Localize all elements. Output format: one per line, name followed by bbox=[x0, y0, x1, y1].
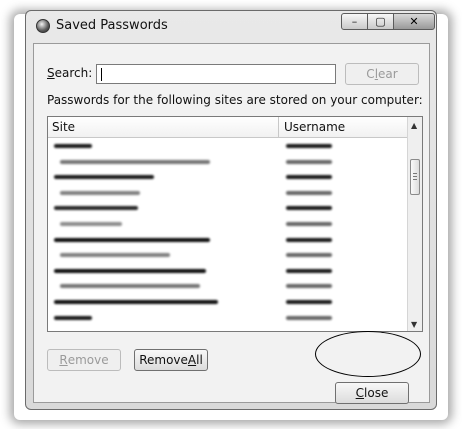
password-list[interactable]: Site Username ▲ ▼ bbox=[47, 116, 423, 332]
minimize-icon: – bbox=[351, 15, 358, 28]
window-title: Saved Passwords bbox=[56, 18, 168, 33]
site-cell-obscured bbox=[54, 268, 206, 273]
site-cell-obscured bbox=[60, 190, 140, 195]
username-cell-obscured bbox=[286, 253, 332, 258]
site-cell-obscured bbox=[54, 144, 92, 148]
minimize-button[interactable]: – bbox=[341, 13, 368, 30]
remove-all-button[interactable]: Remove All bbox=[134, 349, 208, 371]
title-bar[interactable]: Saved Passwords – ▢ ✕ bbox=[26, 11, 436, 39]
username-cell-obscured bbox=[286, 159, 332, 164]
table-row[interactable] bbox=[48, 186, 406, 202]
site-cell-obscured bbox=[54, 237, 210, 242]
site-cell-obscured bbox=[60, 221, 122, 226]
site-cell-obscured bbox=[60, 159, 210, 164]
vertical-scrollbar[interactable]: ▲ ▼ bbox=[407, 117, 422, 331]
site-cell-obscured bbox=[54, 315, 92, 320]
username-cell-obscured bbox=[286, 144, 332, 148]
site-cell-obscured bbox=[54, 175, 154, 180]
column-header-username[interactable]: Username bbox=[284, 120, 345, 134]
search-input[interactable] bbox=[96, 64, 336, 84]
site-cell-obscured bbox=[60, 284, 200, 289]
table-row[interactable] bbox=[48, 264, 406, 280]
table-row[interactable] bbox=[48, 155, 406, 171]
grip-line bbox=[413, 176, 417, 177]
scroll-down-icon[interactable]: ▼ bbox=[411, 320, 417, 329]
maximize-button[interactable]: ▢ bbox=[367, 13, 394, 30]
site-cell-obscured bbox=[60, 253, 170, 258]
list-rows bbox=[48, 139, 406, 326]
remove-button[interactable]: Remove bbox=[47, 349, 121, 371]
table-row[interactable] bbox=[48, 248, 406, 264]
username-cell-obscured bbox=[286, 284, 332, 289]
scroll-thumb[interactable] bbox=[410, 159, 420, 195]
search-label: Search: bbox=[47, 66, 93, 80]
table-row[interactable] bbox=[48, 233, 406, 249]
grip-line bbox=[413, 179, 417, 180]
username-cell-obscured bbox=[286, 221, 332, 226]
highlight-ellipse bbox=[315, 331, 421, 377]
list-header: Site Username bbox=[48, 117, 408, 138]
close-button[interactable]: Close bbox=[335, 382, 409, 404]
text-caret bbox=[101, 68, 102, 81]
browser-icon bbox=[36, 19, 50, 33]
username-cell-obscured bbox=[286, 175, 332, 180]
clear-button[interactable]: Cl ear bbox=[345, 63, 419, 85]
table-row[interactable] bbox=[48, 279, 406, 295]
table-row[interactable] bbox=[48, 139, 406, 155]
dialog-content: Search: Cl ear Passwords for the followin… bbox=[33, 43, 430, 404]
window-close-button[interactable]: ✕ bbox=[393, 13, 435, 30]
site-cell-obscured bbox=[54, 299, 218, 304]
username-cell-obscured bbox=[286, 268, 332, 273]
table-row[interactable] bbox=[48, 217, 406, 233]
username-cell-obscured bbox=[286, 299, 332, 304]
info-text: Passwords for the following sites are st… bbox=[47, 93, 423, 107]
table-row[interactable] bbox=[48, 295, 406, 311]
table-row[interactable] bbox=[48, 201, 406, 217]
scroll-up-icon[interactable]: ▲ bbox=[411, 121, 417, 130]
saved-passwords-window: Saved Passwords – ▢ ✕ Search: Cl ear Pass… bbox=[25, 10, 437, 410]
maximize-icon: ▢ bbox=[375, 15, 386, 28]
grip-line bbox=[413, 173, 417, 174]
username-cell-obscured bbox=[286, 315, 332, 320]
username-cell-obscured bbox=[286, 190, 332, 195]
table-row[interactable] bbox=[48, 170, 406, 186]
column-separator[interactable] bbox=[278, 117, 279, 137]
site-cell-obscured bbox=[54, 206, 138, 211]
column-header-site[interactable]: Site bbox=[52, 120, 75, 134]
close-icon: ✕ bbox=[409, 15, 419, 28]
username-cell-obscured bbox=[286, 237, 332, 242]
table-row[interactable] bbox=[48, 311, 406, 327]
username-cell-obscured bbox=[286, 206, 332, 211]
